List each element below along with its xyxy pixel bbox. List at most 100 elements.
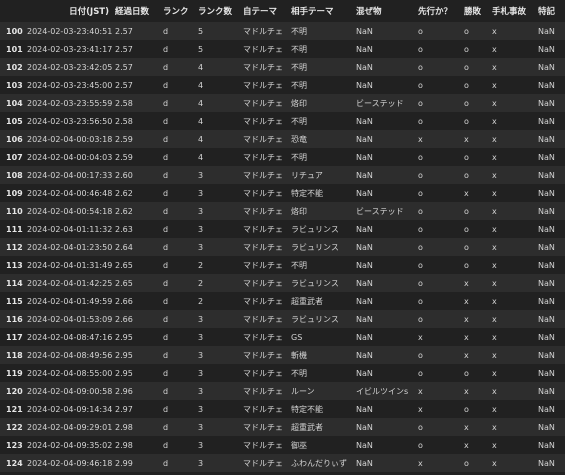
- mixed-cell: イビルツインs: [356, 386, 409, 396]
- own-theme-cell: マドルチェ: [243, 278, 283, 288]
- result-cell: o: [464, 26, 469, 36]
- elapsed-days-cell: 2.64: [115, 242, 133, 252]
- first-turn-cell: o: [418, 26, 423, 36]
- hand-accident-cell: x: [492, 62, 497, 72]
- result-cell: o: [464, 458, 469, 468]
- first-turn-cell: o: [418, 350, 423, 360]
- first-turn-cell: o: [418, 224, 423, 234]
- column-header-rank-count: ランク数: [198, 7, 233, 17]
- result-cell: o: [464, 242, 469, 252]
- opponent-theme-cell: 斬機: [291, 350, 307, 360]
- opponent-theme-cell: ルーン: [291, 386, 315, 396]
- opponent-theme-cell: 烙印: [291, 206, 307, 216]
- row-index: 102: [6, 62, 23, 72]
- first-turn-cell: o: [418, 80, 423, 90]
- date-cell: 2024-02-04-09:35:02: [27, 440, 113, 450]
- mixed-cell: NaN: [356, 440, 373, 450]
- mixed-cell: NaN: [356, 332, 373, 342]
- notes-cell: NaN: [538, 116, 555, 126]
- rank-count-cell: 3: [198, 422, 204, 432]
- rank-count-cell: 4: [198, 116, 204, 126]
- mixed-cell: NaN: [356, 422, 373, 432]
- rank-count-cell: 3: [198, 386, 204, 396]
- first-turn-cell: x: [418, 458, 423, 468]
- own-theme-cell: マドルチェ: [243, 368, 283, 378]
- row-index: 120: [6, 386, 23, 396]
- table-row: 106 2024-02-04-00:03:18 2.59 d 4 マドルチェ 恐竜 NaN x x…: [0, 130, 565, 148]
- own-theme-cell: マドルチェ: [243, 404, 283, 414]
- row-index: 118: [6, 350, 23, 360]
- elapsed-days-cell: 2.59: [115, 134, 133, 144]
- hand-accident-cell: x: [492, 44, 497, 54]
- notes-cell: NaN: [538, 152, 555, 162]
- column-header-index: [0, 0, 27, 22]
- table-row: 108 2024-02-04-00:17:33 2.60 d 3 マドルチェ リチュア NaN…: [0, 166, 565, 184]
- hand-accident-cell: x: [492, 332, 497, 342]
- opponent-theme-cell: 特定不能: [291, 404, 323, 414]
- opponent-theme-cell: ラビュリンス: [291, 224, 339, 234]
- elapsed-days-cell: 2.57: [115, 80, 133, 90]
- hand-accident-cell: x: [492, 134, 497, 144]
- own-theme-cell: マドルチェ: [243, 62, 283, 72]
- opponent-theme-cell: 不明: [291, 116, 307, 126]
- row-index: 116: [6, 314, 23, 324]
- rank-count-cell: 2: [198, 260, 204, 270]
- opponent-theme-cell: ラビュリンス: [291, 278, 339, 288]
- rank-count-cell: 3: [198, 206, 204, 216]
- mixed-cell: ビーステッド: [356, 98, 404, 108]
- elapsed-days-cell: 2.95: [115, 368, 133, 378]
- date-cell: 2024-02-03-23:56:50: [27, 116, 113, 126]
- rank-cell: d: [163, 134, 169, 144]
- date-cell: 2024-02-04-00:54:18: [27, 206, 113, 216]
- opponent-theme-cell: 不明: [291, 368, 307, 378]
- own-theme-cell: マドルチェ: [243, 170, 283, 180]
- notes-cell: NaN: [538, 296, 555, 306]
- opponent-theme-cell: 御巫: [291, 440, 307, 450]
- row-index: 124: [6, 458, 23, 468]
- first-turn-cell: o: [418, 116, 423, 126]
- notes-cell: NaN: [538, 332, 555, 342]
- date-cell: 2024-02-03-23:42:05: [27, 62, 113, 72]
- hand-accident-cell: x: [492, 152, 497, 162]
- hand-accident-cell: x: [492, 368, 497, 378]
- table-row: 111 2024-02-04-01:11:32 2.63 d 3 マドルチェ ラビュリンス N…: [0, 220, 565, 238]
- notes-cell: NaN: [538, 62, 555, 72]
- result-cell: o: [464, 170, 469, 180]
- rank-count-cell: 3: [198, 332, 204, 342]
- notes-cell: NaN: [538, 278, 555, 288]
- row-index: 104: [6, 98, 23, 108]
- notes-cell: NaN: [538, 440, 555, 450]
- date-cell: 2024-02-03-23:45:00: [27, 80, 113, 90]
- mixed-cell: NaN: [356, 26, 373, 36]
- result-cell: x: [464, 188, 469, 198]
- table-row: 121 2024-02-04-09:14:34 2.97 d 3 マドルチェ 特定不能 NaN…: [0, 400, 565, 418]
- notes-cell: NaN: [538, 80, 555, 90]
- rank-cell: d: [163, 332, 169, 342]
- hand-accident-cell: x: [492, 296, 497, 306]
- column-header-own-theme: 自テーマ: [243, 7, 278, 17]
- result-cell: o: [464, 116, 469, 126]
- table-row: 118 2024-02-04-08:49:56 2.95 d 3 マドルチェ 斬機 NaN o x…: [0, 346, 565, 364]
- rank-count-cell: 3: [198, 404, 204, 414]
- elapsed-days-cell: 2.60: [115, 170, 133, 180]
- first-turn-cell: o: [418, 188, 423, 198]
- elapsed-days-cell: 2.99: [115, 458, 133, 468]
- own-theme-cell: マドルチェ: [243, 350, 283, 360]
- notes-cell: NaN: [538, 260, 555, 270]
- rank-cell: d: [163, 278, 169, 288]
- notes-cell: NaN: [538, 350, 555, 360]
- notes-cell: NaN: [538, 386, 555, 396]
- date-cell: 2024-02-04-01:49:59: [27, 296, 113, 306]
- hand-accident-cell: x: [492, 116, 497, 126]
- table-row: 107 2024-02-04-00:04:03 2.59 d 4 マドルチェ 不明 NaN o o…: [0, 148, 565, 166]
- elapsed-days-cell: 2.96: [115, 386, 133, 396]
- mixed-cell: NaN: [356, 242, 373, 252]
- result-cell: o: [464, 206, 469, 216]
- row-index: 107: [6, 152, 23, 162]
- rank-count-cell: 4: [198, 62, 204, 72]
- table-row: 112 2024-02-04-01:23:50 2.64 d 3 マドルチェ ラビュリンス N…: [0, 238, 565, 256]
- rank-count-cell: 3: [198, 224, 204, 234]
- first-turn-cell: x: [418, 386, 423, 396]
- date-cell: 2024-02-03-23:41:17: [27, 44, 113, 54]
- table-body: 100 2024-02-03-23:40:51 2.57 d 5 マドルチェ 不明 NaN o o…: [0, 22, 565, 472]
